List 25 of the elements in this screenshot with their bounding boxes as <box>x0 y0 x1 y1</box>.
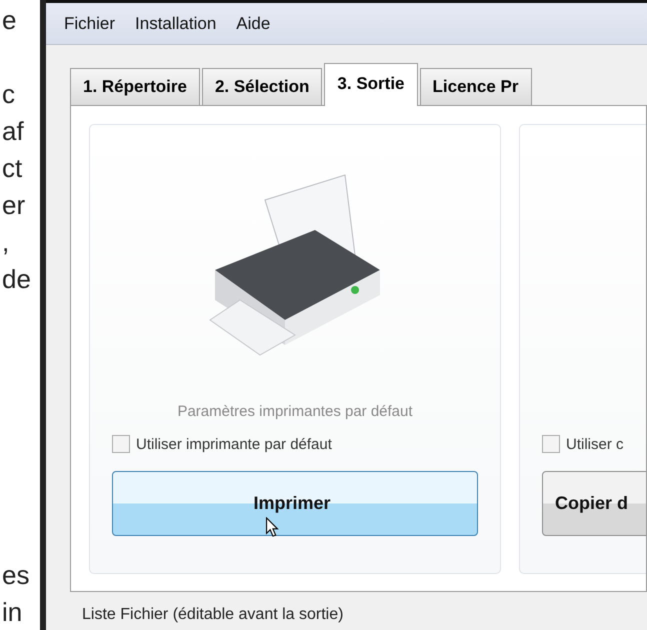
menu-item[interactable]: Installation <box>135 14 216 34</box>
menu-item[interactable]: Fichier <box>64 14 116 34</box>
background-text: er <box>1 189 26 222</box>
tab[interactable]: 2. Sélection <box>202 68 322 105</box>
action-button[interactable]: Imprimer <box>112 471 478 536</box>
background-text: de <box>1 263 32 296</box>
background-text: es <box>1 559 30 592</box>
background-text: e <box>1 4 18 37</box>
checkbox[interactable] <box>112 435 130 453</box>
checkbox-label: Utiliser c <box>566 436 624 452</box>
checkbox[interactable] <box>542 435 560 453</box>
background-text: ct <box>1 152 24 185</box>
caption: Paramètres imprimantes par défaut <box>177 403 413 422</box>
background-text: af <box>1 115 25 148</box>
list-label: Liste Fichier (éditable avant la sortie) <box>81 605 344 624</box>
tab[interactable]: 1. Répertoire <box>70 68 200 105</box>
checkbox-label: Utiliser imprimante par défaut <box>136 436 332 452</box>
background-text: in <box>1 596 24 629</box>
action-button[interactable]: Copier d <box>542 471 646 536</box>
tab[interactable]: 3. Sortie <box>324 63 418 106</box>
background-text: c <box>1 78 16 111</box>
tab[interactable]: Licence Pr <box>420 68 532 105</box>
cursor-icon <box>265 517 279 537</box>
background-text: , <box>1 226 10 259</box>
menu-item[interactable]: Aide <box>236 14 270 34</box>
